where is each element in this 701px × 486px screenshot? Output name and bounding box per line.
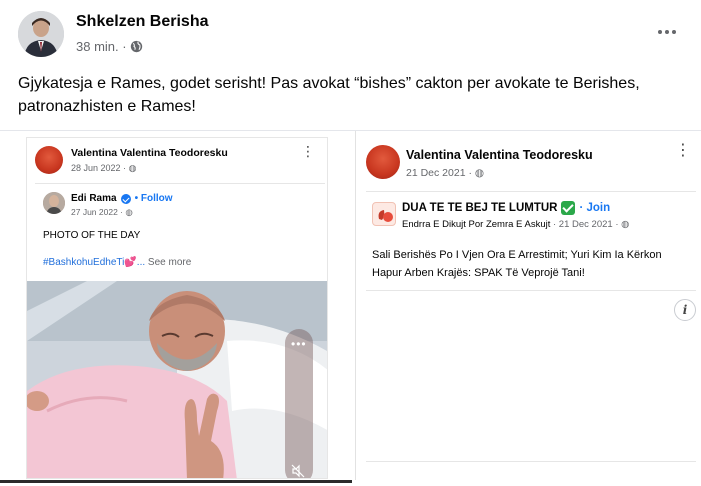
edi-rama-avatar [43, 192, 65, 214]
post-time[interactable]: 38 min. · [76, 39, 127, 54]
more-options-icon[interactable] [655, 22, 679, 42]
group-name: DUA TE TE BEJ TE LUMTUR · Join [402, 201, 611, 215]
left-date: 28 Jun 2022 · ◍ [71, 163, 137, 173]
group-post-text: Sali Berishës Po I Vjen Ora E Arrestimit… [372, 249, 662, 279]
left-screenshot[interactable]: Valentina Valentina Teodoresku 28 Jun 20… [26, 137, 328, 479]
globe-icon: ◍ [474, 167, 485, 179]
globe-icon [130, 40, 142, 53]
shared-photo: ••• [27, 281, 327, 478]
info-icon: i [674, 299, 696, 321]
author-avatar[interactable] [18, 11, 64, 57]
post-header: Shkelzen Berisha 38 min. · [0, 0, 701, 62]
post-caption: Gjykatesja e Rames, godet serisht! Pas a… [18, 75, 640, 115]
check-icon [561, 201, 576, 215]
globe-icon: ◍ [125, 207, 133, 217]
mute-icon [291, 464, 305, 478]
post-meta: 38 min. · [76, 39, 143, 54]
group-avatar [372, 202, 396, 226]
group-post: DUA TE TE BEJ TE LUMTUR · Join Endrra E … [366, 191, 696, 291]
join-button: · Join [579, 202, 611, 214]
left-author-name: Valentina Valentina Teodoresku [71, 147, 228, 159]
author-name[interactable]: Shkelzen Berisha [76, 13, 209, 31]
valentina-avatar [35, 146, 63, 174]
follow-button: • Follow [134, 193, 173, 204]
right-date: 21 Dec 2021 · ◍ [406, 167, 485, 179]
globe-icon: ◍ [128, 163, 137, 173]
divider [366, 461, 696, 462]
more-options-icon: ••• [291, 337, 307, 351]
verified-icon [120, 193, 131, 204]
right-author-name: Valentina Valentina Teodoresku [406, 148, 593, 162]
globe-icon: ◍ [621, 219, 630, 230]
divider [0, 480, 352, 483]
video-overlay [285, 329, 313, 478]
group-meta: Endrra E Dikujt Por Zemra E Askujt · 21 … [402, 219, 630, 230]
shared-hashtags: #BashkohuEdheTi💕... See more [43, 257, 192, 268]
shared-author: Edi Rama • Follow [71, 193, 173, 204]
right-screenshot[interactable]: Valentina Valentina Teodoresku 21 Dec 20… [355, 131, 701, 480]
shared-post: Edi Rama • Follow 27 Jun 2022 · ◍ PHOTO … [35, 183, 325, 279]
more-options-icon: ⋮ [675, 142, 691, 159]
shared-date: 27 Jun 2022 · ◍ [71, 207, 133, 217]
see-more-link: See more [147, 257, 192, 268]
valentina-avatar [366, 145, 400, 179]
shared-text: PHOTO OF THE DAY [43, 230, 141, 241]
more-options-icon: ⋮ [301, 143, 315, 159]
